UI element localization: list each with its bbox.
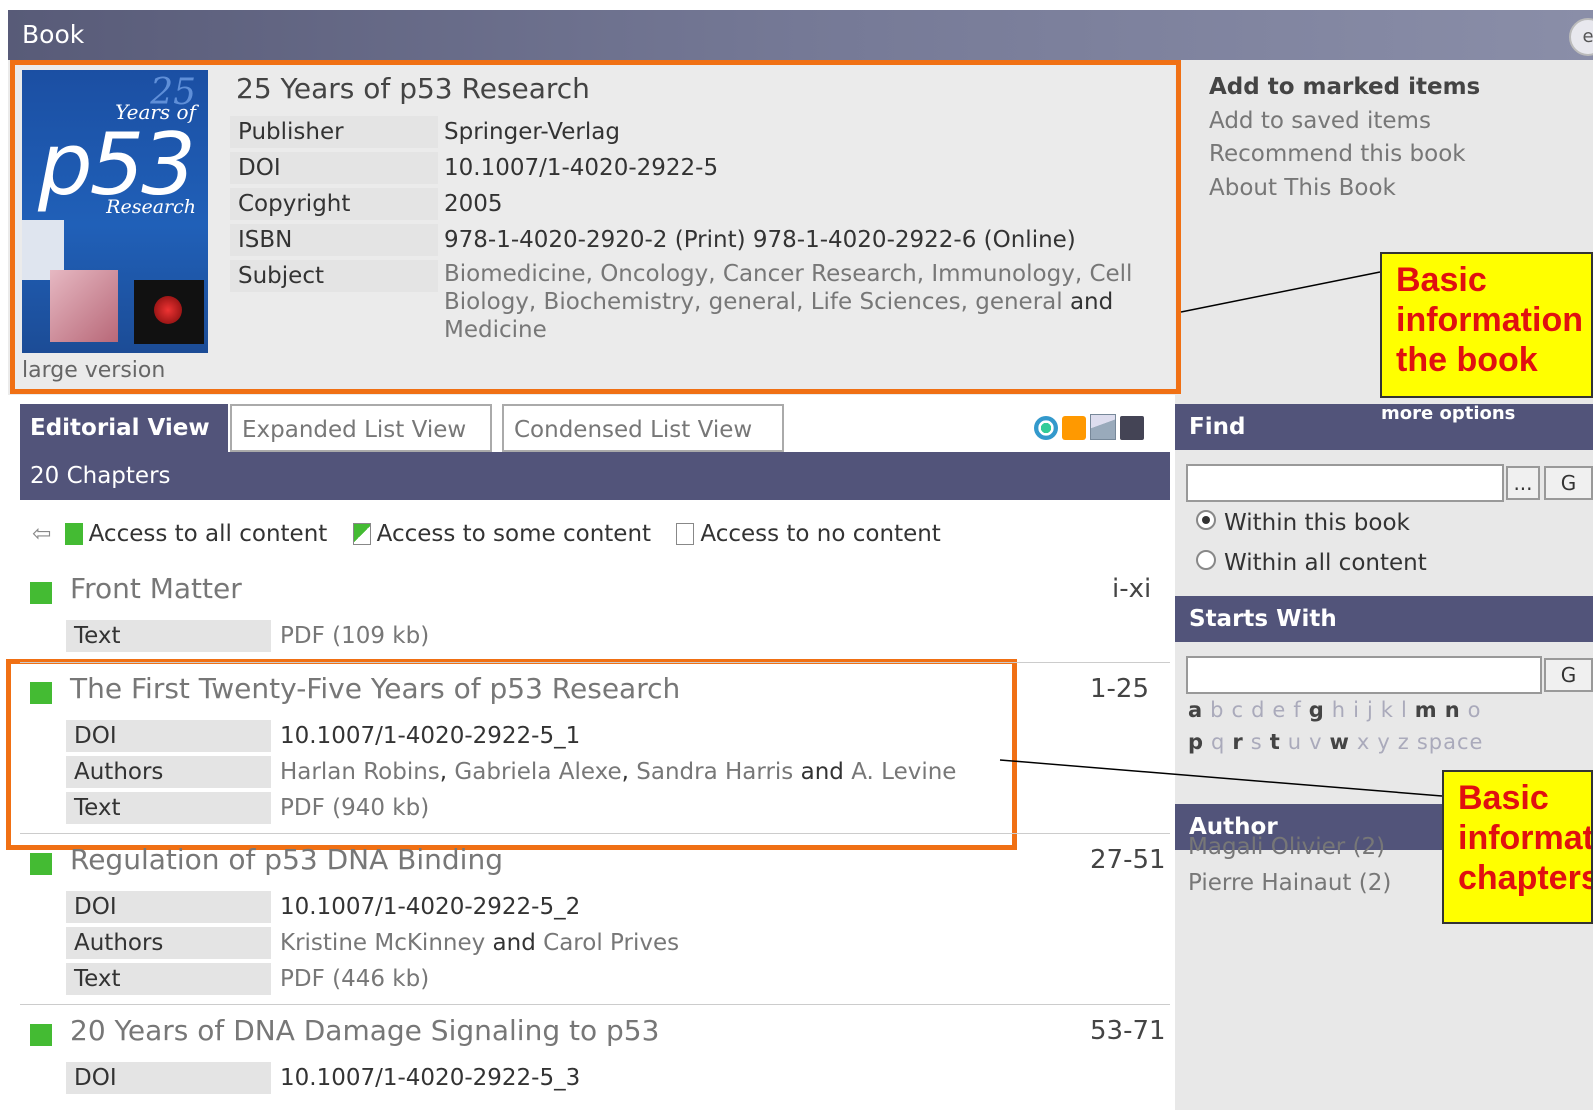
- callout-book-text: Basicinformation ofthe book: [1396, 261, 1591, 379]
- chapter-callout-line: [999, 759, 1443, 797]
- callout-chapter-text: Basicinformation ofchapters: [1458, 779, 1593, 897]
- callout-chapter-info: Basicinformation ofchapters: [1442, 770, 1593, 924]
- book-callout-line: [1180, 271, 1381, 313]
- callout-lines: [999, 271, 1443, 797]
- callout-book-info: Basicinformation ofthe book: [1380, 252, 1593, 398]
